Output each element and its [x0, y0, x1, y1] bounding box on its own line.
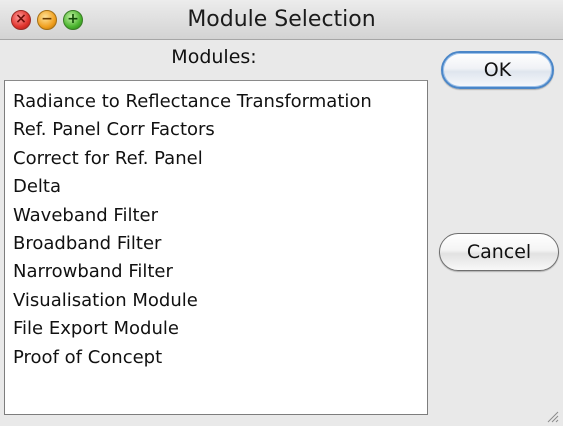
list-item[interactable]: Correct for Ref. Panel — [5, 145, 427, 173]
list-item[interactable]: Broadband Filter — [5, 230, 427, 258]
resize-grip-icon[interactable] — [543, 407, 559, 423]
list-item[interactable]: Narrowband Filter — [5, 258, 427, 286]
ok-button[interactable]: OK — [441, 51, 554, 89]
list-item[interactable]: File Export Module — [5, 315, 427, 343]
window-title: Module Selection — [187, 7, 376, 32]
plus-icon: + — [67, 11, 79, 27]
list-item[interactable]: Visualisation Module — [5, 287, 427, 315]
list-item[interactable]: Ref. Panel Corr Factors — [5, 116, 427, 144]
title-bar: × − + Module Selection — [0, 0, 563, 40]
minimize-icon: − — [41, 11, 53, 27]
close-icon: × — [15, 11, 27, 27]
list-item[interactable]: Delta — [5, 173, 427, 201]
zoom-button[interactable]: + — [63, 10, 83, 30]
close-button[interactable]: × — [11, 10, 31, 30]
cancel-button[interactable]: Cancel — [439, 233, 559, 271]
minimize-button[interactable]: − — [37, 10, 57, 30]
list-item[interactable]: Radiance to Reflectance Transformation — [5, 88, 427, 116]
list-item[interactable]: Proof of Concept — [5, 344, 427, 372]
modules-label: Modules: — [171, 46, 257, 68]
list-item[interactable]: Waveband Filter — [5, 202, 427, 230]
modules-list[interactable]: Radiance to Reflectance Transformation Re… — [4, 80, 428, 415]
modules-list-items: Radiance to Reflectance Transformation Re… — [5, 81, 427, 372]
